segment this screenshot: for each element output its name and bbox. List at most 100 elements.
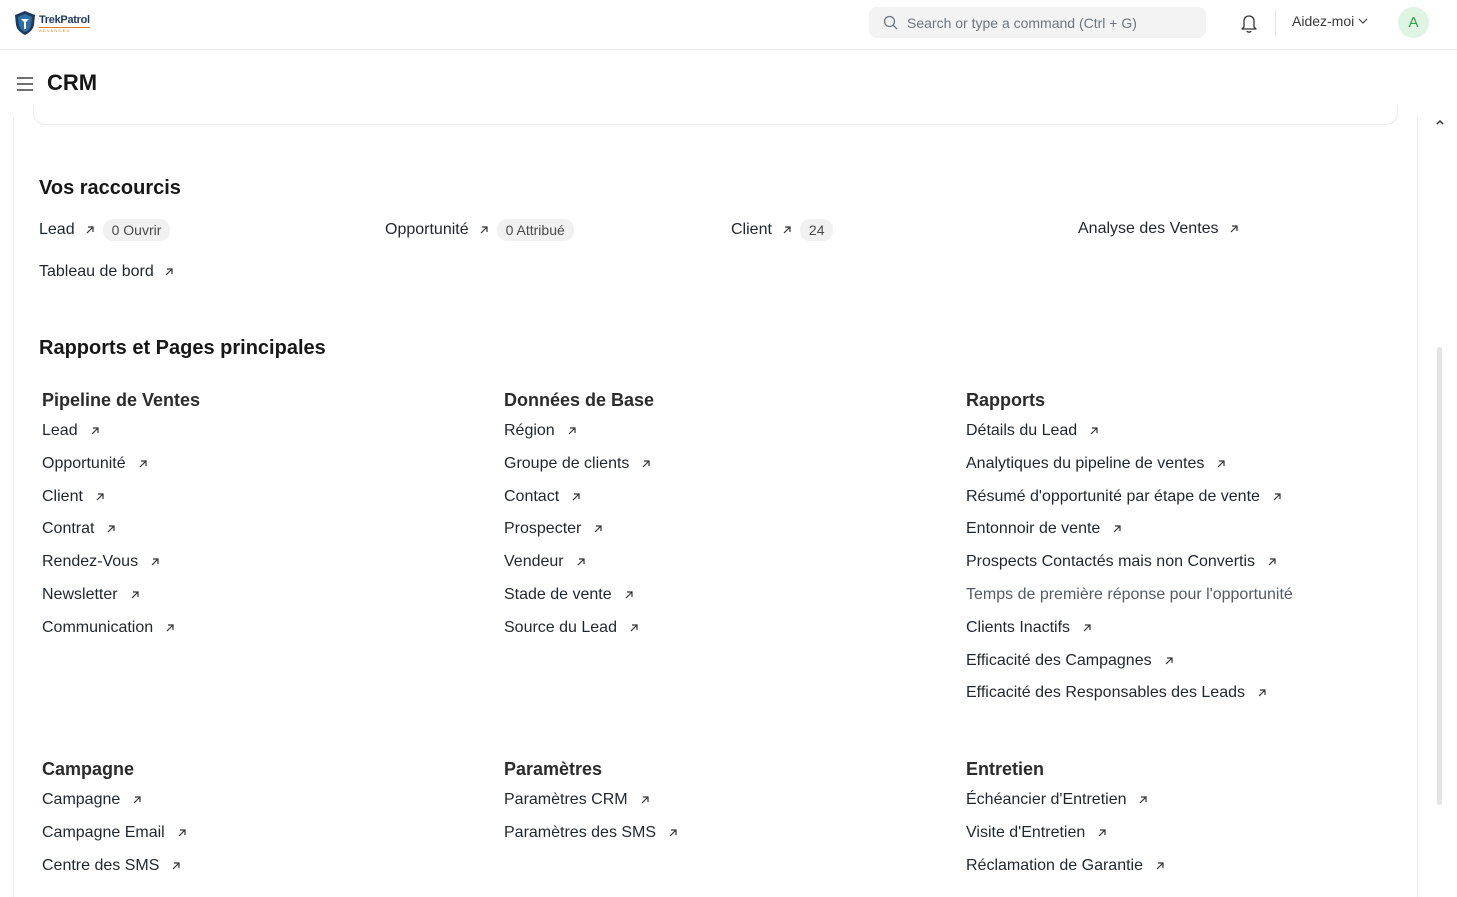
report-link[interactable]: Prospecter xyxy=(504,520,603,538)
report-link[interactable]: Contact xyxy=(504,488,581,506)
report-link-label: Lead xyxy=(42,422,78,439)
shortcut-label: Analyse des Ventes xyxy=(1078,220,1219,237)
report-link[interactable]: Client xyxy=(42,488,105,506)
shortcut-lead[interactable]: Lead 0 Ouvrir xyxy=(39,219,171,241)
search-icon xyxy=(883,15,898,30)
report-link[interactable]: Opportunité xyxy=(42,455,148,473)
report-link-label: Communication xyxy=(42,619,154,636)
report-card-title: Campagne xyxy=(42,759,135,779)
app-logo[interactable]: TrekPatrol ADVANCED xyxy=(14,10,90,36)
arrow-up-right-icon xyxy=(151,558,159,566)
report-link-label: Vendeur xyxy=(504,553,564,570)
report-link-label: Centre des SMS xyxy=(42,857,160,874)
shortcut-label: Opportunité xyxy=(385,221,469,238)
report-link-label: Prospects Contactés mais non Convertis xyxy=(966,553,1256,570)
report-link[interactable]: Analytiques du pipeline de ventes xyxy=(966,455,1226,473)
report-link-label: Paramètres CRM xyxy=(504,791,628,808)
shortcut-client[interactable]: Client 24 xyxy=(731,219,834,241)
help-dropdown[interactable]: Aidez-moi xyxy=(1292,13,1368,29)
report-link[interactable]: Efficacité des Responsables des Leads xyxy=(966,684,1267,702)
logo-subtitle: ADVANCED xyxy=(39,26,90,33)
arrow-up-right-icon xyxy=(86,226,94,234)
report-link-label: Client xyxy=(42,488,83,505)
avatar-initial: A xyxy=(1408,14,1419,31)
report-link[interactable]: Stade de vente xyxy=(504,586,634,604)
scroll-up-icon[interactable] xyxy=(1434,117,1446,127)
report-link[interactable]: Newsletter xyxy=(42,586,140,604)
report-link[interactable]: Vendeur xyxy=(504,553,586,571)
report-link-label: Efficacité des Responsables des Leads xyxy=(966,684,1245,701)
report-link-label: Paramètres des SMS xyxy=(504,824,657,841)
report-link-label: Groupe de clients xyxy=(504,455,630,472)
scrollbar-thumb[interactable] xyxy=(1437,347,1442,805)
report-link[interactable]: Groupe de clients xyxy=(504,455,651,473)
report-link-label: Newsletter xyxy=(42,586,118,603)
report-link-label: Stade de vente xyxy=(504,586,612,603)
report-link[interactable]: Clients Inactifs xyxy=(966,619,1092,637)
report-link[interactable]: Campagne Email xyxy=(42,824,187,842)
arrow-up-right-icon xyxy=(783,226,791,234)
arrow-up-right-icon xyxy=(1140,796,1148,804)
shortcut-analyse-ventes[interactable]: Analyse des Ventes xyxy=(1078,220,1239,238)
shortcut-tableau-de-bord[interactable]: Tableau de bord xyxy=(39,263,174,281)
report-link[interactable]: Centre des SMS xyxy=(42,857,181,875)
report-link[interactable]: Temps de première réponse pour l'opportu… xyxy=(966,586,1293,604)
chevron-down-icon xyxy=(1358,18,1368,24)
search-bar[interactable] xyxy=(869,7,1206,38)
report-link[interactable]: Résumé d'opportunité par étape de vente xyxy=(966,488,1282,506)
report-link[interactable]: Source du Lead xyxy=(504,619,639,637)
arrow-up-right-icon xyxy=(178,829,186,837)
report-link-label: Détails du Lead xyxy=(966,422,1078,439)
report-link[interactable]: Prospects Contactés mais non Convertis xyxy=(966,553,1277,571)
report-link[interactable]: Contrat xyxy=(42,520,116,538)
arrow-up-right-icon xyxy=(594,525,602,533)
shortcut-opportunite[interactable]: Opportunité 0 Attribué xyxy=(385,219,574,241)
report-link[interactable]: Paramètres CRM xyxy=(504,791,650,809)
arrow-up-right-icon xyxy=(166,624,174,632)
report-link[interactable]: Paramètres des SMS xyxy=(504,824,678,842)
report-card-title: Entretien xyxy=(966,759,1045,779)
report-link[interactable]: Campagne xyxy=(42,791,142,809)
arrow-up-right-icon xyxy=(172,862,180,870)
report-link-label: Échéancier d'Entretien xyxy=(966,791,1127,808)
arrow-up-right-icon xyxy=(1090,427,1098,435)
report-link-label: Prospecter xyxy=(504,520,582,537)
report-link[interactable]: Entonnoir de vente xyxy=(966,520,1122,538)
report-link[interactable]: Réclamation de Garantie xyxy=(966,857,1165,875)
arrow-up-right-icon xyxy=(480,226,488,234)
search-input[interactable] xyxy=(907,7,1197,38)
report-link[interactable]: Lead xyxy=(42,422,100,440)
report-card-title: Données de Base xyxy=(504,390,655,410)
shortcut-label: Client xyxy=(731,221,772,238)
arrow-up-right-icon xyxy=(139,460,147,468)
report-link[interactable]: Communication xyxy=(42,619,175,637)
report-link[interactable]: Région xyxy=(504,422,577,440)
report-link-label: Source du Lead xyxy=(504,619,617,636)
arrow-up-right-icon xyxy=(1268,558,1276,566)
report-link[interactable]: Rendez-Vous xyxy=(42,553,160,571)
user-avatar[interactable]: A xyxy=(1398,7,1429,38)
report-link-label: Résumé d'opportunité par étape de vente xyxy=(966,488,1260,505)
report-link[interactable]: Efficacité des Campagnes xyxy=(966,652,1174,670)
report-link[interactable]: Détails du Lead xyxy=(966,422,1099,440)
report-link-label: Réclamation de Garantie xyxy=(966,857,1143,874)
arrow-up-right-icon xyxy=(568,427,576,435)
navbar-divider xyxy=(1275,10,1276,37)
page-title: CRM xyxy=(47,70,98,95)
arrow-up-right-icon xyxy=(1165,657,1173,665)
report-link-label: Rendez-Vous xyxy=(42,553,139,570)
report-link-label: Contrat xyxy=(42,520,95,537)
report-link[interactable]: Échéancier d'Entretien xyxy=(966,791,1148,809)
notification-bell-icon[interactable] xyxy=(1239,12,1259,34)
shortcuts-title: Vos raccourcis xyxy=(39,177,181,199)
shortcut-badge: 0 Attribué xyxy=(496,219,574,241)
report-link-label: Analytiques du pipeline de ventes xyxy=(966,455,1205,472)
report-link-label: Région xyxy=(504,422,555,439)
report-link[interactable]: Visite d'Entretien xyxy=(966,824,1107,842)
shortcut-label: Lead xyxy=(39,221,75,238)
navbar: TrekPatrol ADVANCED Aidez-moi A xyxy=(0,0,1457,50)
menu-icon[interactable] xyxy=(16,76,34,92)
previous-card-edge xyxy=(33,105,1398,125)
arrow-up-right-icon xyxy=(572,493,580,501)
report-link-label: Opportunité xyxy=(42,455,126,472)
